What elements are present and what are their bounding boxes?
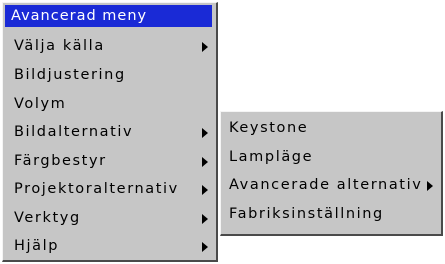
menu-item-verktyg[interactable]: Verktyg bbox=[3, 204, 216, 233]
menu-item-label: Bildalternativ bbox=[14, 124, 134, 140]
caret-right-icon bbox=[202, 157, 208, 167]
submenu-item-lamplage[interactable]: Lampläge bbox=[221, 143, 441, 172]
menu-item-projektoralternativ[interactable]: Projektoralternativ bbox=[3, 175, 216, 204]
main-menu: Avancerad meny Välja källa Bildjustering… bbox=[2, 2, 218, 262]
menu-item-label: Hjälp bbox=[14, 238, 60, 254]
menu-item-bildjustering[interactable]: Bildjustering bbox=[3, 61, 216, 90]
menu-item-label: Projektoralternativ bbox=[14, 181, 179, 197]
caret-right-icon bbox=[202, 42, 208, 52]
menu-item-label: Verktyg bbox=[14, 210, 81, 226]
menu-title: Avancerad meny bbox=[5, 5, 212, 27]
caret-right-icon bbox=[202, 242, 208, 252]
bildalternativ-submenu: Keystone Lampläge Avancerade alternativ … bbox=[220, 111, 443, 236]
menu-item-label: Färgbestyr bbox=[14, 153, 107, 169]
menu-item-label: Fabriksinställning bbox=[229, 206, 384, 222]
menu-item-hjalp[interactable]: Hjälp bbox=[3, 232, 216, 261]
caret-right-icon bbox=[202, 128, 208, 138]
caret-right-icon bbox=[427, 181, 433, 191]
submenu-item-keystone[interactable]: Keystone bbox=[221, 114, 441, 143]
caret-right-icon bbox=[202, 214, 208, 224]
menu-item-label: Volym bbox=[14, 96, 67, 112]
menu-item-label: Avancerade alternativ bbox=[229, 177, 423, 193]
menu-item-bildalternativ[interactable]: Bildalternativ bbox=[3, 118, 216, 147]
menu-item-label: Bildjustering bbox=[14, 67, 126, 83]
menu-item-fargbestyr[interactable]: Färgbestyr bbox=[3, 147, 216, 176]
menu-item-label: Keystone bbox=[229, 120, 309, 136]
menu-item-volym[interactable]: Volym bbox=[3, 90, 216, 119]
menu-item-label: Välja källa bbox=[14, 38, 105, 54]
submenu-item-avancerade-alternativ[interactable]: Avancerade alternativ bbox=[221, 171, 441, 200]
menu-item-valja-kalla[interactable]: Välja källa bbox=[3, 32, 216, 61]
caret-right-icon bbox=[202, 185, 208, 195]
submenu-item-fabriksinstallning[interactable]: Fabriksinställning bbox=[221, 200, 441, 229]
menu-item-label: Lampläge bbox=[229, 149, 314, 165]
